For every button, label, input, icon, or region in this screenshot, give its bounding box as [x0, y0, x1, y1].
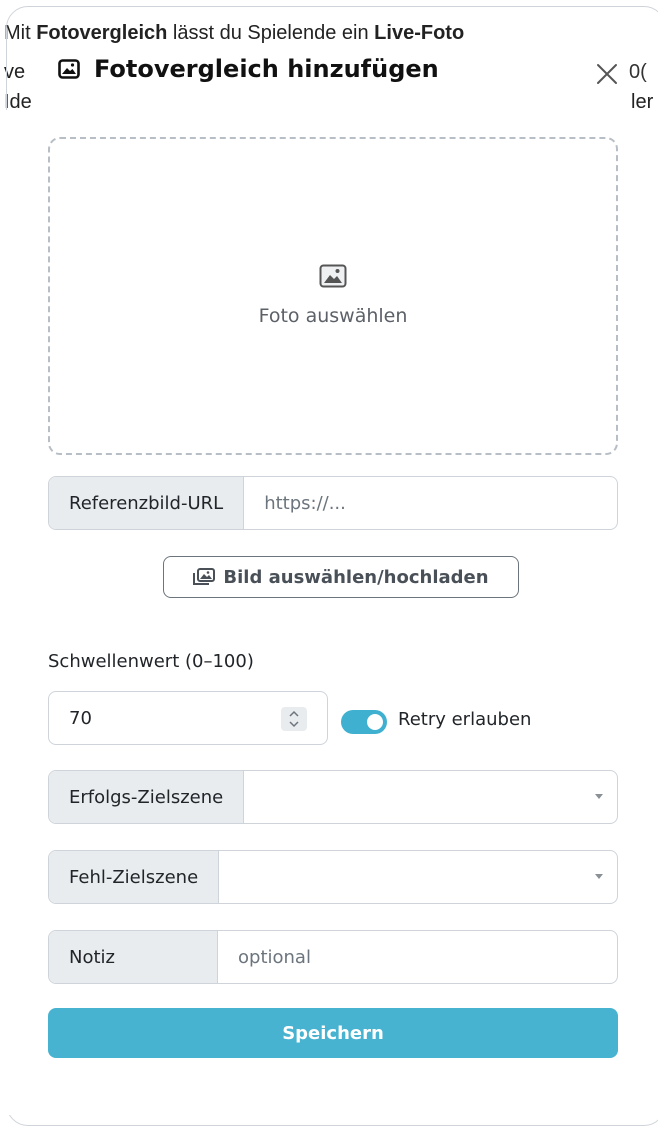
modal-title-text: Fotovergleich hinzufügen	[94, 55, 439, 83]
dropzone-label: Foto auswählen	[258, 305, 408, 327]
fail-scene-group: Fehl-Zielszene	[48, 850, 618, 904]
threshold-label: Schwellenwert (0–100)	[48, 651, 254, 672]
retry-toggle[interactable]	[341, 710, 387, 734]
success-scene-select[interactable]	[244, 771, 617, 823]
modal-title: Fotovergleich hinzufügen	[58, 55, 439, 83]
images-icon	[193, 568, 216, 585]
chevron-down-icon	[595, 874, 603, 879]
photo-dropzone[interactable]: Foto auswählen	[48, 137, 618, 455]
threshold-value: 70	[69, 707, 92, 729]
spinner-arrows-icon	[289, 710, 299, 728]
note-group: Notiz optional	[48, 930, 618, 984]
upload-image-button[interactable]: Bild auswählen/hochladen	[163, 556, 519, 598]
success-scene-label: Erfolgs-Zielszene	[49, 771, 245, 823]
number-spinner[interactable]	[281, 707, 307, 731]
success-scene-group: Erfolgs-Zielszene	[48, 770, 618, 824]
fail-scene-select[interactable]	[219, 851, 617, 903]
note-label: Notiz	[49, 931, 218, 983]
close-button[interactable]	[591, 58, 623, 90]
image-icon	[58, 59, 80, 79]
reference-url-input[interactable]: https://...	[244, 477, 617, 529]
threshold-input[interactable]: 70	[48, 691, 328, 745]
fail-scene-label: Fehl-Zielszene	[49, 851, 220, 903]
save-button[interactable]: Speichern	[48, 1008, 618, 1058]
upload-image-button-label: Bild auswählen/hochladen	[223, 566, 489, 588]
toggle-knob	[367, 714, 383, 730]
reference-url-group: Referenzbild-URL https://...	[48, 476, 618, 530]
note-input[interactable]: optional	[218, 931, 617, 983]
reference-url-label: Referenzbild-URL	[49, 477, 245, 529]
close-icon	[597, 64, 617, 84]
image-icon	[319, 264, 347, 288]
retry-toggle-label: Retry erlauben	[398, 709, 532, 730]
chevron-down-icon	[595, 794, 603, 799]
